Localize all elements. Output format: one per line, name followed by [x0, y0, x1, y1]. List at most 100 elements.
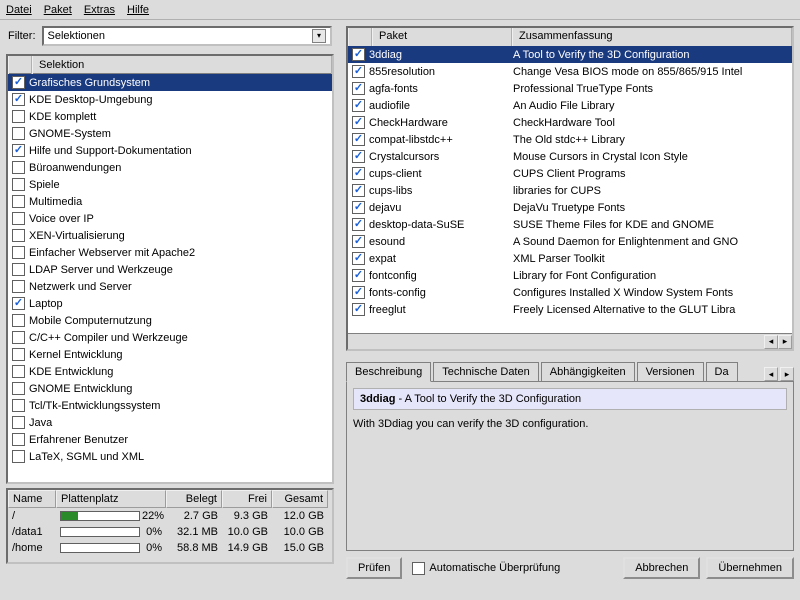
selection-checkbox[interactable] [12, 382, 25, 395]
package-checkbox[interactable] [352, 48, 365, 61]
package-checkbox[interactable] [352, 184, 365, 197]
package-row[interactable]: compat-libstdc++The Old stdc++ Library [348, 131, 792, 148]
selection-row[interactable]: Erfahrener Benutzer [8, 431, 332, 448]
selection-row[interactable]: KDE Desktop-Umgebung [8, 91, 332, 108]
selection-row[interactable]: KDE komplett [8, 108, 332, 125]
package-checkbox[interactable] [352, 252, 365, 265]
tab-dependencies[interactable]: Abhängigkeiten [541, 362, 635, 381]
scroll-right-icon[interactable]: ▸ [778, 335, 792, 349]
selection-row[interactable]: Büroanwendungen [8, 159, 332, 176]
selection-row[interactable]: GNOME-System [8, 125, 332, 142]
package-checkbox[interactable] [352, 303, 365, 316]
selection-checkbox[interactable] [12, 433, 25, 446]
horizontal-scrollbar[interactable]: ◂ ▸ [348, 333, 792, 349]
tab-scroll-right-icon[interactable]: ▸ [780, 367, 794, 381]
pkg-col-summary[interactable]: Zusammenfassung [512, 28, 792, 46]
selection-checkbox[interactable] [12, 399, 25, 412]
selection-row[interactable]: Spiele [8, 176, 332, 193]
cancel-button[interactable]: Abbrechen [623, 557, 700, 579]
selection-checkbox[interactable] [12, 297, 25, 310]
selection-checkbox[interactable] [12, 178, 25, 191]
selection-row[interactable]: Kernel Entwicklung [8, 346, 332, 363]
package-row[interactable]: dejavuDejaVu Truetype Fonts [348, 199, 792, 216]
disk-col-total[interactable]: Gesamt [272, 490, 328, 508]
filter-combobox[interactable]: Selektionen ▾ [42, 26, 333, 46]
selection-row[interactable]: Laptop [8, 295, 332, 312]
menu-help[interactable]: Hilfe [127, 4, 149, 16]
combobox-toggle-icon[interactable]: ▾ [312, 29, 326, 43]
package-row[interactable]: CheckHardwareCheckHardware Tool [348, 114, 792, 131]
selection-checkbox[interactable] [12, 365, 25, 378]
selection-checkbox[interactable] [12, 450, 25, 463]
selection-checkbox[interactable] [12, 195, 25, 208]
package-row[interactable]: 855resolutionChange Vesa BIOS mode on 85… [348, 63, 792, 80]
selection-row[interactable]: Multimedia [8, 193, 332, 210]
package-checkbox[interactable] [352, 116, 365, 129]
selection-checkbox[interactable] [12, 161, 25, 174]
package-row[interactable]: 3ddiagA Tool to Verify the 3D Configurat… [348, 46, 792, 63]
package-row[interactable]: CrystalcursorsMouse Cursors in Crystal I… [348, 148, 792, 165]
selection-checkbox[interactable] [12, 212, 25, 225]
selection-row[interactable]: Netzwerk und Server [8, 278, 332, 295]
selection-row[interactable]: Voice over IP [8, 210, 332, 227]
selection-row[interactable]: GNOME Entwicklung [8, 380, 332, 397]
package-checkbox[interactable] [352, 65, 365, 78]
selection-row[interactable]: Tcl/Tk-Entwicklungssystem [8, 397, 332, 414]
selection-column-header[interactable]: Selektion [32, 56, 332, 74]
tab-description[interactable]: Beschreibung [346, 362, 431, 382]
autocheck-checkbox[interactable] [412, 562, 425, 575]
menu-package[interactable]: Paket [44, 4, 72, 16]
selection-row[interactable]: LDAP Server und Werkzeuge [8, 261, 332, 278]
package-row[interactable]: audiofileAn Audio File Library [348, 97, 792, 114]
package-checkbox[interactable] [352, 99, 365, 112]
package-checkbox[interactable] [352, 82, 365, 95]
disk-col-space[interactable]: Plattenplatz [56, 490, 166, 508]
selection-checkbox[interactable] [12, 144, 25, 157]
package-row[interactable]: fontconfigLibrary for Font Configuration [348, 267, 792, 284]
package-checkbox[interactable] [352, 235, 365, 248]
selection-checkbox[interactable] [12, 76, 25, 89]
package-row[interactable]: agfa-fontsProfessional TrueType Fonts [348, 80, 792, 97]
selection-row[interactable]: Mobile Computernutzung [8, 312, 332, 329]
selection-row[interactable]: C/C++ Compiler und Werkzeuge [8, 329, 332, 346]
selection-checkbox[interactable] [12, 110, 25, 123]
package-row[interactable]: expatXML Parser Toolkit [348, 250, 792, 267]
package-checkbox[interactable] [352, 269, 365, 282]
tab-technical[interactable]: Technische Daten [433, 362, 538, 381]
package-row[interactable]: cups-libslibraries for CUPS [348, 182, 792, 199]
selection-row[interactable]: Hilfe und Support-Dokumentation [8, 142, 332, 159]
package-row[interactable]: esoundA Sound Daemon for Enlightenment a… [348, 233, 792, 250]
pkg-col-name[interactable]: Paket [372, 28, 512, 46]
package-row[interactable]: fonts-configConfigures Installed X Windo… [348, 284, 792, 301]
selection-checkbox[interactable] [12, 263, 25, 276]
selection-checkbox[interactable] [12, 280, 25, 293]
disk-col-used[interactable]: Belegt [166, 490, 222, 508]
selection-row[interactable]: Grafisches Grundsystem [8, 74, 332, 91]
package-row[interactable]: desktop-data-SuSESUSE Theme Files for KD… [348, 216, 792, 233]
apply-button[interactable]: Übernehmen [706, 557, 794, 579]
package-checkbox[interactable] [352, 167, 365, 180]
package-checkbox[interactable] [352, 150, 365, 163]
disk-col-name[interactable]: Name [8, 490, 56, 508]
selection-checkbox[interactable] [12, 331, 25, 344]
package-checkbox[interactable] [352, 133, 365, 146]
selection-row[interactable]: KDE Entwicklung [8, 363, 332, 380]
selection-checkbox[interactable] [12, 93, 25, 106]
package-checkbox[interactable] [352, 286, 365, 299]
scroll-left-icon[interactable]: ◂ [764, 335, 778, 349]
check-button[interactable]: Prüfen [346, 557, 402, 579]
disk-col-free[interactable]: Frei [222, 490, 272, 508]
tab-scroll-left-icon[interactable]: ◂ [764, 367, 778, 381]
selection-checkbox[interactable] [12, 246, 25, 259]
menu-extras[interactable]: Extras [84, 4, 115, 16]
selection-row[interactable]: Java [8, 414, 332, 431]
selection-row[interactable]: Einfacher Webserver mit Apache2 [8, 244, 332, 261]
selection-checkbox[interactable] [12, 416, 25, 429]
selection-checkbox[interactable] [12, 314, 25, 327]
selection-checkbox[interactable] [12, 127, 25, 140]
tab-versions[interactable]: Versionen [637, 362, 704, 381]
package-row[interactable]: cups-clientCUPS Client Programs [348, 165, 792, 182]
tab-more[interactable]: Da [706, 362, 738, 381]
package-checkbox[interactable] [352, 201, 365, 214]
selection-row[interactable]: LaTeX, SGML und XML [8, 448, 332, 465]
